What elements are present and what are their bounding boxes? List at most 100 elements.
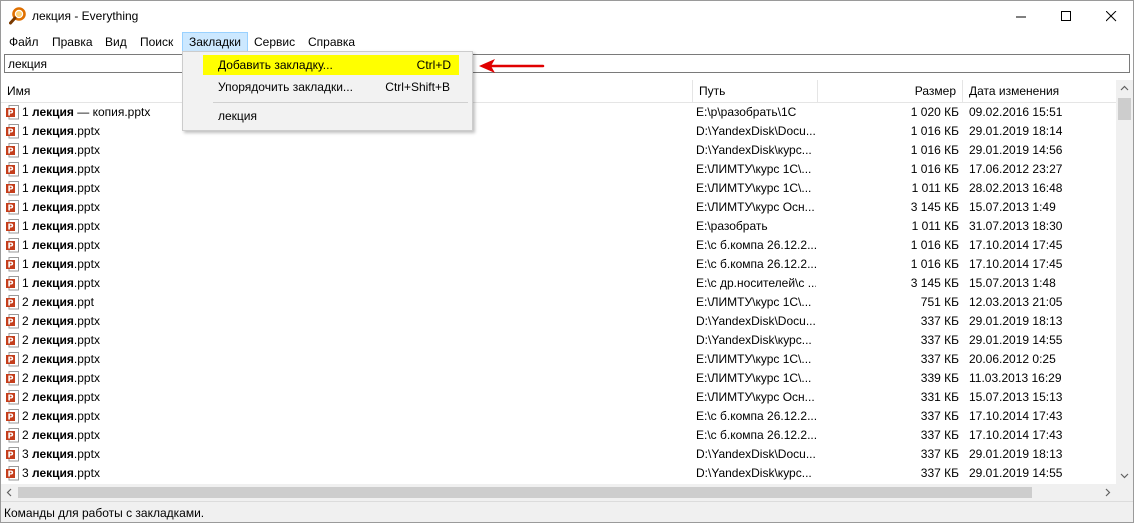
row-path-cell: D:\YandexDisk\курс...	[696, 143, 812, 157]
row-path-cell: E:\с б.компа 26.12.2...	[696, 409, 816, 423]
minimize-button[interactable]	[999, 1, 1044, 32]
powerpoint-file-icon: P	[6, 143, 19, 158]
scroll-left-icon[interactable]	[1, 484, 18, 501]
row-name-prefix: 3	[22, 466, 33, 480]
organize-bookmarks-item[interactable]: Упорядочить закладки... Ctrl+Shift+B	[185, 77, 470, 97]
powerpoint-file-icon: P	[6, 181, 19, 196]
row-name-match: лекция	[32, 124, 74, 138]
row-name-cell: P2 лекция .pptx	[6, 369, 686, 388]
svg-text:P: P	[8, 280, 14, 289]
close-button[interactable]	[1089, 1, 1133, 32]
table-row[interactable]: P2 лекция .ppt E:\ЛИМТУ\курс 1С\... 751 КБ 1…	[1, 293, 1116, 312]
row-name-cell: P2 лекция .pptx	[6, 388, 686, 407]
vertical-scroll-thumb[interactable]	[1118, 98, 1131, 120]
row-name-cell: P2 лекция .pptx	[6, 331, 686, 350]
table-row[interactable]: P1 лекция .pptx E:\разобрать 1 011 КБ 31.07.…	[1, 217, 1116, 236]
maximize-button[interactable]	[1044, 1, 1089, 32]
add-bookmark-item[interactable]: Добавить закладку... Ctrl+D	[203, 55, 459, 75]
bookmark-lecture-item[interactable]: лекция	[185, 106, 470, 126]
table-row[interactable]: P2 лекция .pptx D:\YandexDisk\курс... 337 К…	[1, 331, 1116, 350]
vertical-scrollbar[interactable]	[1116, 80, 1133, 484]
powerpoint-file-icon: P	[6, 200, 19, 215]
row-name-match: лекция	[32, 371, 74, 385]
row-name-match: лекция	[32, 428, 74, 442]
row-name-cell: P2 лекция .pptx	[6, 350, 686, 369]
row-date-cell: 29.01.2019 18:13	[969, 447, 1063, 461]
row-name-cell: P3 лекция .pptx	[6, 464, 686, 483]
table-row[interactable]: P2 лекция .pptx E:\с б.компа 26.12.2... 337…	[1, 426, 1116, 445]
scroll-down-icon[interactable]	[1116, 467, 1133, 484]
row-name-suffix: .pptx	[73, 124, 100, 138]
table-row[interactable]: P2 лекция .pptx E:\ЛИМТУ\курс 1С\... 337 КБ…	[1, 350, 1116, 369]
row-date-cell: 12.03.2013 21:05	[969, 295, 1063, 309]
row-path-cell: E:\ЛИМТУ\курс 1С\...	[696, 162, 812, 176]
svg-text:P: P	[8, 432, 14, 441]
table-row[interactable]: P2 лекция .pptx E:\ЛИМТУ\курс Осн... 331 КБ…	[1, 388, 1116, 407]
powerpoint-file-icon: P	[6, 409, 19, 424]
powerpoint-file-icon: P	[6, 390, 19, 405]
row-size-cell: 337 КБ	[920, 447, 959, 461]
table-row[interactable]: P1 лекция .pptx E:\ЛИМТУ\курс 1С\... 1 011 …	[1, 179, 1116, 198]
column-date-header[interactable]: Дата изменения	[963, 80, 1116, 102]
table-row[interactable]: P1 лекция .pptx E:\с б.компа 26.12.2... 1 0…	[1, 255, 1116, 274]
table-row[interactable]: P1 лекция .pptx D:\YandexDisk\Docu... 1 016…	[1, 122, 1116, 141]
organize-bookmarks-label: Упорядочить закладки...	[218, 80, 353, 94]
row-name-prefix: 2	[22, 390, 33, 404]
menu-tools[interactable]: Сервис	[248, 33, 301, 51]
row-path-cell: D:\YandexDisk\курс...	[696, 333, 812, 347]
horizontal-scrollbar[interactable]	[1, 484, 1116, 501]
table-row[interactable]: P3 лекция .pptx D:\YandexDisk\Docu... 337 К…	[1, 445, 1116, 464]
row-name-prefix: 2	[22, 352, 33, 366]
table-row[interactable]: P1 лекция .pptx E:\ЛИМТУ\курс 1С\... 1 016 …	[1, 160, 1116, 179]
column-size-header[interactable]: Размер	[818, 80, 963, 102]
row-date-cell: 17.06.2012 23:27	[969, 162, 1063, 176]
menu-file[interactable]: Файл	[3, 33, 45, 51]
row-name-prefix: 2	[22, 428, 33, 442]
table-row[interactable]: P3 лекция .pptx D:\YandexDisk\курс... 337 К…	[1, 464, 1116, 483]
row-name-match: лекция	[32, 219, 74, 233]
add-bookmark-label: Добавить закладку...	[218, 58, 333, 72]
horizontal-scroll-thumb[interactable]	[18, 487, 1032, 498]
row-name-cell: P2 лекция .pptx	[6, 426, 686, 445]
menu-view[interactable]: Вид	[99, 33, 133, 51]
table-row[interactable]: P2 лекция .pptx E:\ЛИМТУ\курс 1С\... 339 КБ…	[1, 369, 1116, 388]
menu-help[interactable]: Справка	[302, 33, 361, 51]
row-name-prefix: 1	[22, 257, 33, 271]
row-name-suffix: .pptx	[73, 257, 100, 271]
table-row[interactable]: P2 лекция .pptx D:\YandexDisk\Docu... 337 К…	[1, 312, 1116, 331]
row-date-cell: 29.01.2019 18:14	[969, 124, 1063, 138]
table-row[interactable]: P1 лекция .pptx D:\YandexDisk\курс... 1 016…	[1, 141, 1116, 160]
row-size-cell: 1 011 КБ	[911, 181, 959, 195]
row-date-cell: 17.10.2014 17:43	[969, 409, 1063, 423]
table-row[interactable]: P1 лекция .pptx E:\с др.носителей\с ... 3 1…	[1, 274, 1116, 293]
menu-bookmarks[interactable]: Закладки	[182, 32, 248, 52]
row-name-cell: P1 лекция .pptx	[6, 255, 686, 274]
row-name-match: лекция	[32, 314, 74, 328]
row-name-suffix: .pptx	[73, 162, 100, 176]
maximize-icon	[1061, 11, 1071, 21]
row-name-cell: P1 лекция .pptx	[6, 141, 686, 160]
row-path-cell: E:\ЛИМТУ\курс 1С\...	[696, 371, 812, 385]
row-date-cell: 20.06.2012 0:25	[969, 352, 1056, 366]
column-path-header[interactable]: Путь	[693, 80, 818, 102]
row-name-match: лекция	[32, 352, 74, 366]
table-row[interactable]: P1 лекция .pptx E:\с б.компа 26.12.2... 1 0…	[1, 236, 1116, 255]
red-arrow-icon	[479, 59, 545, 73]
row-size-cell: 337 КБ	[920, 466, 959, 480]
row-date-cell: 29.01.2019 14:55	[969, 333, 1063, 347]
scroll-up-icon[interactable]	[1116, 80, 1133, 97]
scroll-right-icon[interactable]	[1099, 484, 1116, 501]
table-row[interactable]: P1 лекция .pptx E:\ЛИМТУ\курс Осн... 3 145 …	[1, 198, 1116, 217]
search-input[interactable]	[4, 54, 1130, 73]
table-row[interactable]: P1 лекция — копия.pptx E:\р\разобрать\1С 1…	[1, 103, 1116, 122]
row-path-cell: E:\ЛИМТУ\курс 1С\...	[696, 181, 812, 195]
menu-edit[interactable]: Правка	[46, 33, 99, 51]
row-size-cell: 751 КБ	[920, 295, 959, 309]
svg-text:P: P	[8, 299, 14, 308]
row-name-cell: P1 лекция .pptx	[6, 179, 686, 198]
row-name-prefix: 2	[22, 295, 33, 309]
menu-search[interactable]: Поиск	[134, 33, 179, 51]
row-path-cell: D:\YandexDisk\Docu...	[696, 124, 816, 138]
row-name-cell: P1 лекция .pptx	[6, 236, 686, 255]
table-row[interactable]: P2 лекция .pptx E:\с б.компа 26.12.2... 337…	[1, 407, 1116, 426]
